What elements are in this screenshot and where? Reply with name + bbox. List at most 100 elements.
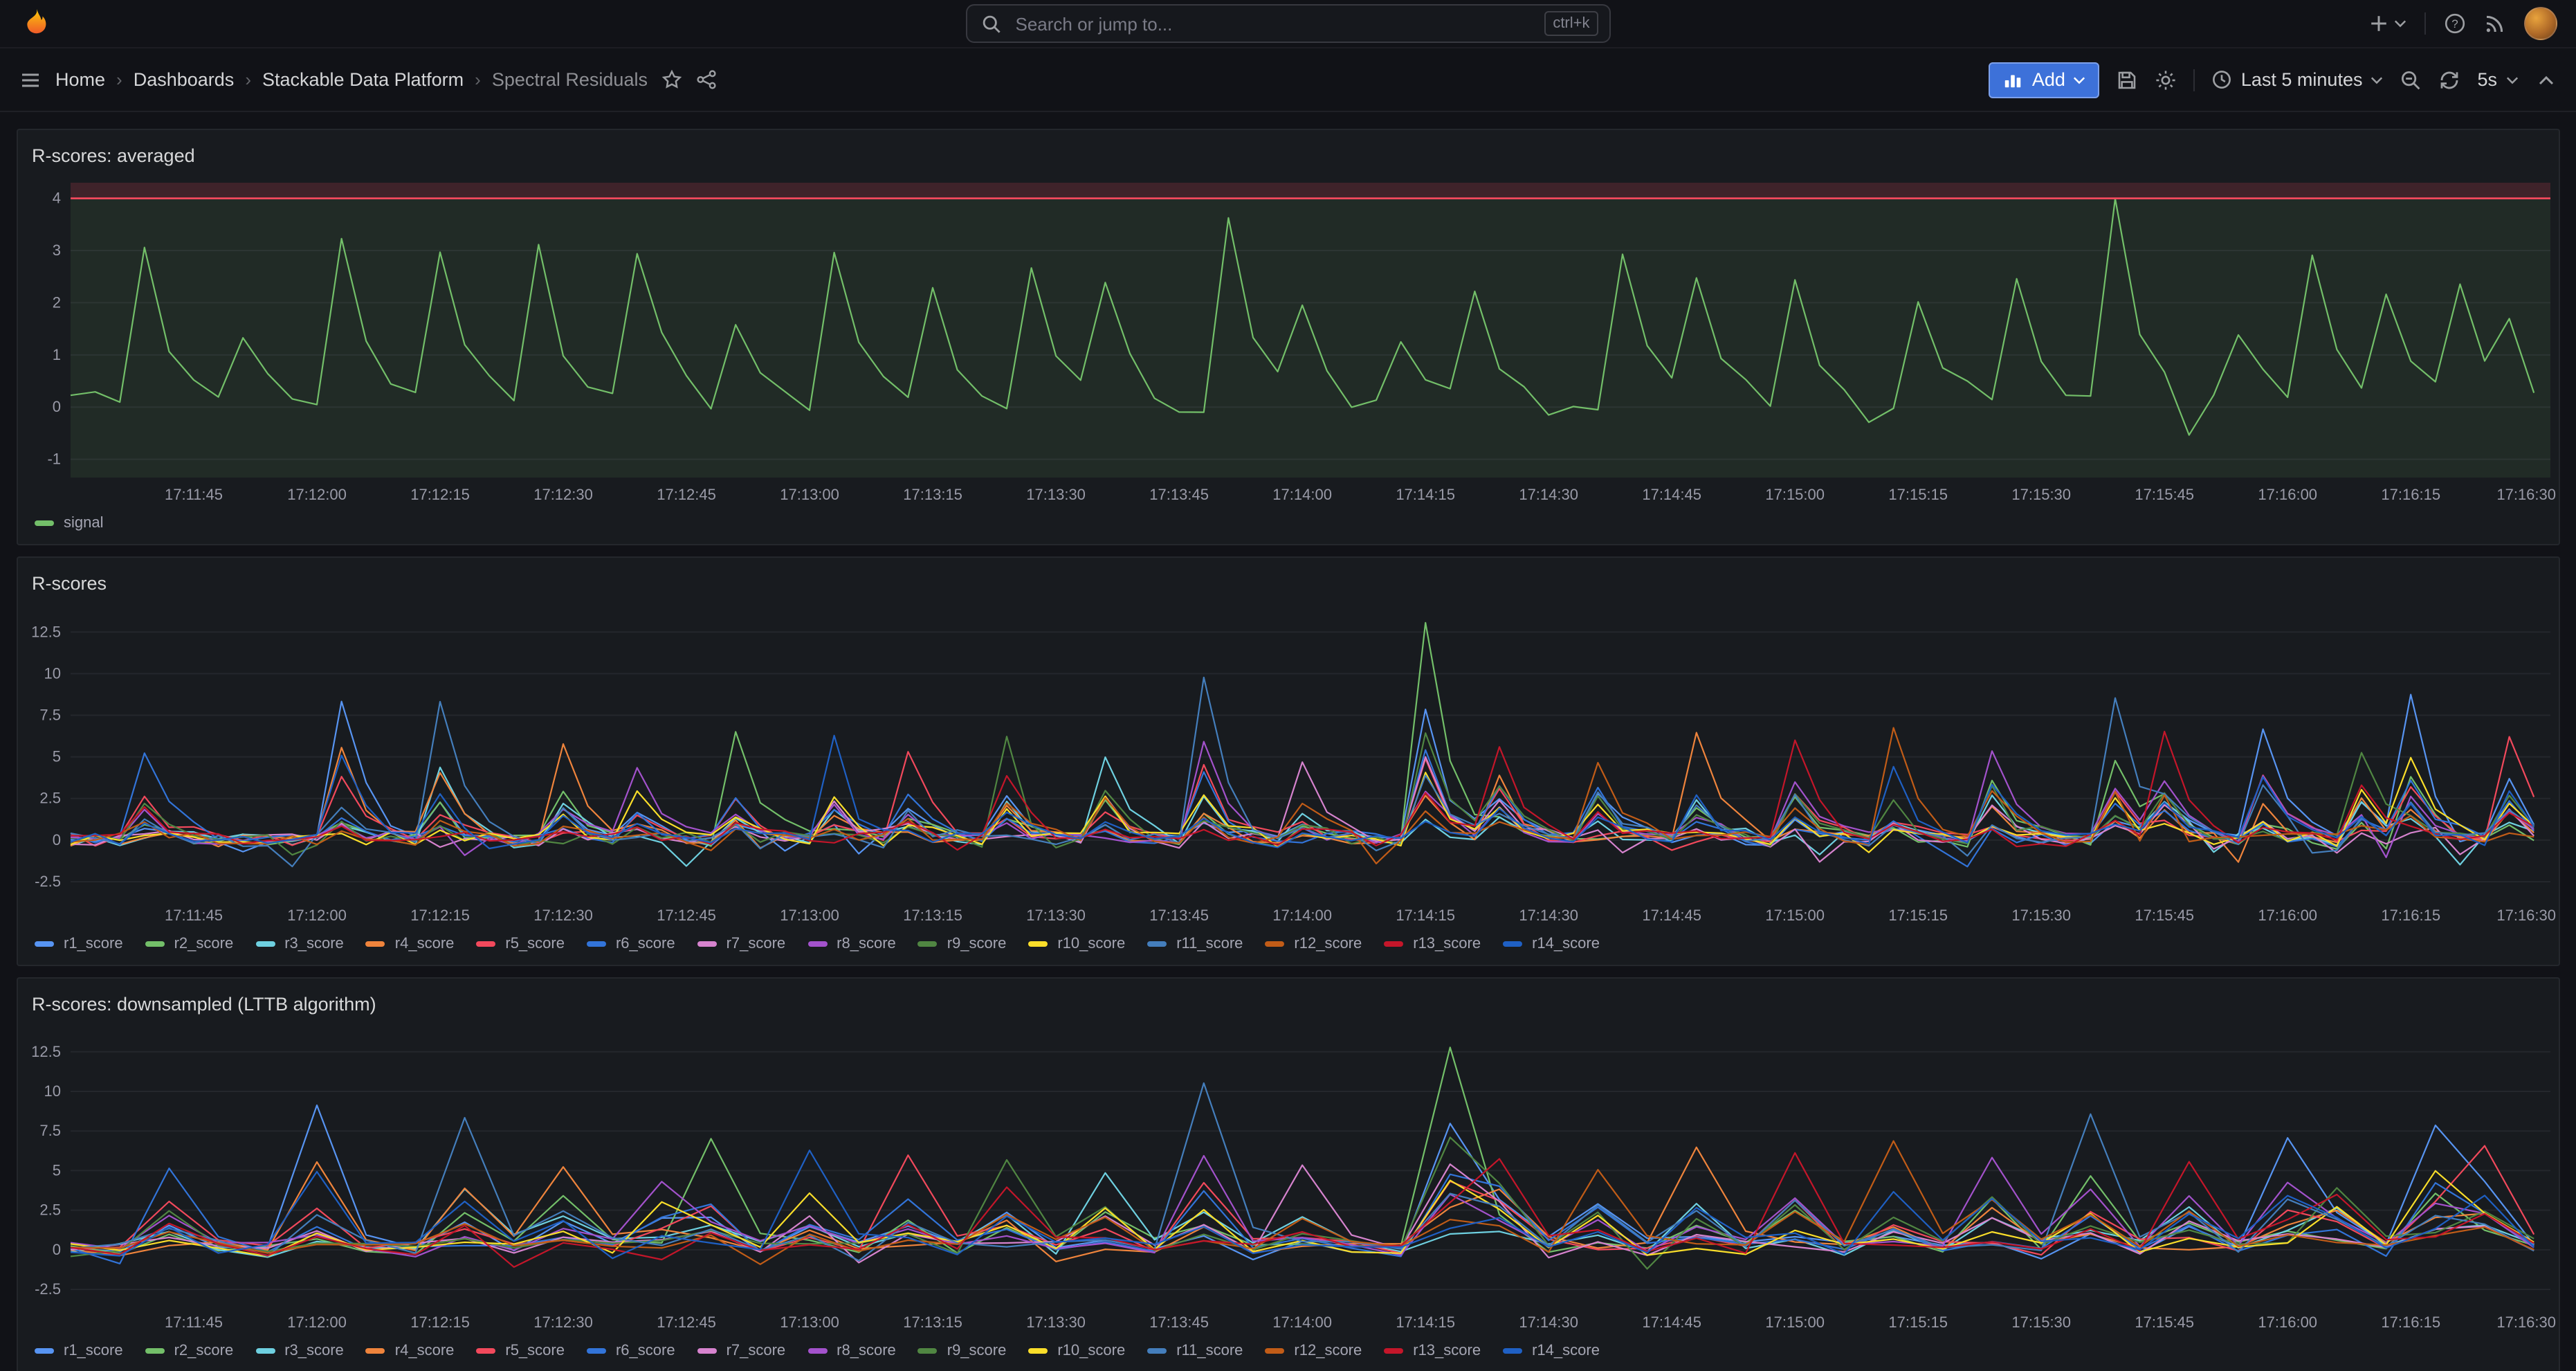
legend-item-r10_score[interactable]: r10_score xyxy=(1028,1343,1125,1359)
svg-text:17:13:15: 17:13:15 xyxy=(903,1314,962,1331)
favorite-star-button[interactable] xyxy=(661,62,682,98)
legend-swatch xyxy=(366,1349,385,1354)
timeseries-chart[interactable]: -10123417:11:4517:12:0017:12:1517:12:301… xyxy=(18,174,2558,508)
legend-swatch xyxy=(807,942,827,947)
legend-item-r12_score[interactable]: r12_score xyxy=(1265,1343,1362,1359)
legend-item-r2_score[interactable]: r2_score xyxy=(145,1343,234,1359)
chevron-down-icon xyxy=(2074,75,2086,84)
share-button[interactable] xyxy=(696,62,717,98)
legend-item-r9_score[interactable]: r9_score xyxy=(918,936,1007,952)
svg-text:17:16:00: 17:16:00 xyxy=(2258,907,2317,924)
breadcrumb-home[interactable]: Home xyxy=(55,69,105,90)
svg-text:17:16:30: 17:16:30 xyxy=(2496,486,2556,503)
legend-item-r7_score[interactable]: r7_score xyxy=(697,936,786,952)
svg-text:17:15:15: 17:15:15 xyxy=(1888,1314,1948,1331)
search-icon xyxy=(981,13,1002,34)
legend-label: r1_score xyxy=(64,936,123,952)
legend-swatch xyxy=(35,521,54,526)
legend-swatch xyxy=(587,1349,606,1354)
legend-item-r7_score[interactable]: r7_score xyxy=(697,1343,786,1359)
panel-title: R-scores: downsampled (LTTB algorithm) xyxy=(32,993,376,1014)
search-bar[interactable]: ctrl+k xyxy=(966,4,1611,43)
panel-header[interactable]: R-scores xyxy=(18,558,2558,602)
legend-item-r13_score[interactable]: r13_score xyxy=(1384,1343,1481,1359)
legend-item-r10_score[interactable]: r10_score xyxy=(1028,936,1125,952)
legend-item-r12_score[interactable]: r12_score xyxy=(1265,936,1362,952)
zoom-out-button[interactable] xyxy=(2400,62,2422,98)
dashboard-settings-button[interactable] xyxy=(2155,62,2177,98)
legend-swatch xyxy=(1028,1349,1048,1354)
legend-label: r6_score xyxy=(616,1343,675,1359)
svg-text:17:15:45: 17:15:45 xyxy=(2135,486,2194,503)
mega-menu-button[interactable] xyxy=(19,62,42,98)
user-avatar[interactable] xyxy=(2523,7,2557,40)
help-button[interactable]: ? xyxy=(2443,6,2465,42)
legend-item-r14_score[interactable]: r14_score xyxy=(1503,1343,1600,1359)
svg-text:2.5: 2.5 xyxy=(39,1201,61,1219)
svg-text:17:13:45: 17:13:45 xyxy=(1149,907,1209,924)
refresh-interval-picker[interactable]: 5s xyxy=(2477,62,2518,98)
svg-text:17:13:45: 17:13:45 xyxy=(1149,1314,1209,1331)
svg-text:17:11:45: 17:11:45 xyxy=(165,1314,223,1331)
add-button-label: Add xyxy=(2032,69,2065,90)
legend-item-r4_score[interactable]: r4_score xyxy=(366,936,455,952)
time-range-picker[interactable]: Last 5 minutes xyxy=(2212,62,2384,98)
legend-item-signal[interactable]: signal xyxy=(35,515,104,532)
svg-text:17:12:00: 17:12:00 xyxy=(287,486,347,503)
rss-icon xyxy=(2483,12,2505,35)
svg-text:5: 5 xyxy=(53,748,61,765)
svg-text:17:12:30: 17:12:30 xyxy=(533,907,593,924)
legend-label: r11_score xyxy=(1176,1343,1243,1359)
legend-label: r14_score xyxy=(1532,936,1600,952)
legend-item-r11_score[interactable]: r11_score xyxy=(1147,1343,1243,1359)
legend-item-r6_score[interactable]: r6_score xyxy=(587,1343,675,1359)
legend-item-r3_score[interactable]: r3_score xyxy=(255,1343,344,1359)
svg-text:17:15:30: 17:15:30 xyxy=(2011,907,2071,924)
news-button[interactable] xyxy=(2483,6,2505,42)
legend-swatch xyxy=(1147,942,1167,947)
grafana-logo[interactable] xyxy=(19,7,53,40)
svg-text:17:14:15: 17:14:15 xyxy=(1396,1314,1455,1331)
add-new-menu-button[interactable] xyxy=(2367,6,2406,42)
legend-item-r2_score[interactable]: r2_score xyxy=(145,936,234,952)
chart-legend: signal xyxy=(18,508,2558,544)
collapse-toolbar-button[interactable] xyxy=(2534,62,2557,98)
add-panel-button[interactable]: Add xyxy=(1989,62,2100,98)
panel-header[interactable]: R-scores: averaged xyxy=(18,130,2558,174)
search-input[interactable] xyxy=(1013,12,1534,35)
legend-swatch xyxy=(1147,1349,1167,1354)
refresh-button[interactable] xyxy=(2438,62,2460,98)
svg-text:17:12:15: 17:12:15 xyxy=(410,1314,470,1331)
legend-label: r12_score xyxy=(1294,936,1362,952)
breadcrumb-folder[interactable]: Stackable Data Platform xyxy=(262,69,464,90)
timeseries-chart[interactable]: -2.502.557.51012.517:11:4517:12:0017:12:… xyxy=(18,1023,2558,1336)
legend-item-r3_score[interactable]: r3_score xyxy=(255,936,344,952)
refresh-icon xyxy=(2438,69,2460,91)
legend-item-r14_score[interactable]: r14_score xyxy=(1503,936,1600,952)
legend-item-r5_score[interactable]: r5_score xyxy=(476,1343,565,1359)
svg-text:17:15:15: 17:15:15 xyxy=(1888,486,1948,503)
save-dashboard-button[interactable] xyxy=(2117,62,2139,98)
legend-item-r1_score[interactable]: r1_score xyxy=(35,936,123,952)
panel-header[interactable]: R-scores: downsampled (LTTB algorithm) xyxy=(18,979,2558,1023)
legend-item-r8_score[interactable]: r8_score xyxy=(807,936,896,952)
legend-item-r6_score[interactable]: r6_score xyxy=(587,936,675,952)
legend-item-r8_score[interactable]: r8_score xyxy=(807,1343,896,1359)
svg-text:17:13:30: 17:13:30 xyxy=(1026,907,1086,924)
svg-text:17:14:00: 17:14:00 xyxy=(1272,1314,1332,1331)
legend-label: r7_score xyxy=(727,1343,786,1359)
legend-item-r1_score[interactable]: r1_score xyxy=(35,1343,123,1359)
svg-text:17:15:30: 17:15:30 xyxy=(2011,486,2071,503)
grafana-app: ctrl+k ? xyxy=(0,0,2576,1371)
legend-label: r3_score xyxy=(284,936,344,952)
breadcrumb-dashboards[interactable]: Dashboards xyxy=(134,69,235,90)
legend-item-r5_score[interactable]: r5_score xyxy=(476,936,565,952)
legend-item-r11_score[interactable]: r11_score xyxy=(1147,936,1243,952)
legend-item-r4_score[interactable]: r4_score xyxy=(366,1343,455,1359)
legend-label: r10_score xyxy=(1057,936,1125,952)
legend-item-r9_score[interactable]: r9_score xyxy=(918,1343,1007,1359)
svg-text:0: 0 xyxy=(53,398,61,415)
legend-item-r13_score[interactable]: r13_score xyxy=(1384,936,1481,952)
svg-text:12.5: 12.5 xyxy=(31,623,61,640)
timeseries-chart[interactable]: -2.502.557.51012.517:11:4517:12:0017:12:… xyxy=(18,602,2558,929)
